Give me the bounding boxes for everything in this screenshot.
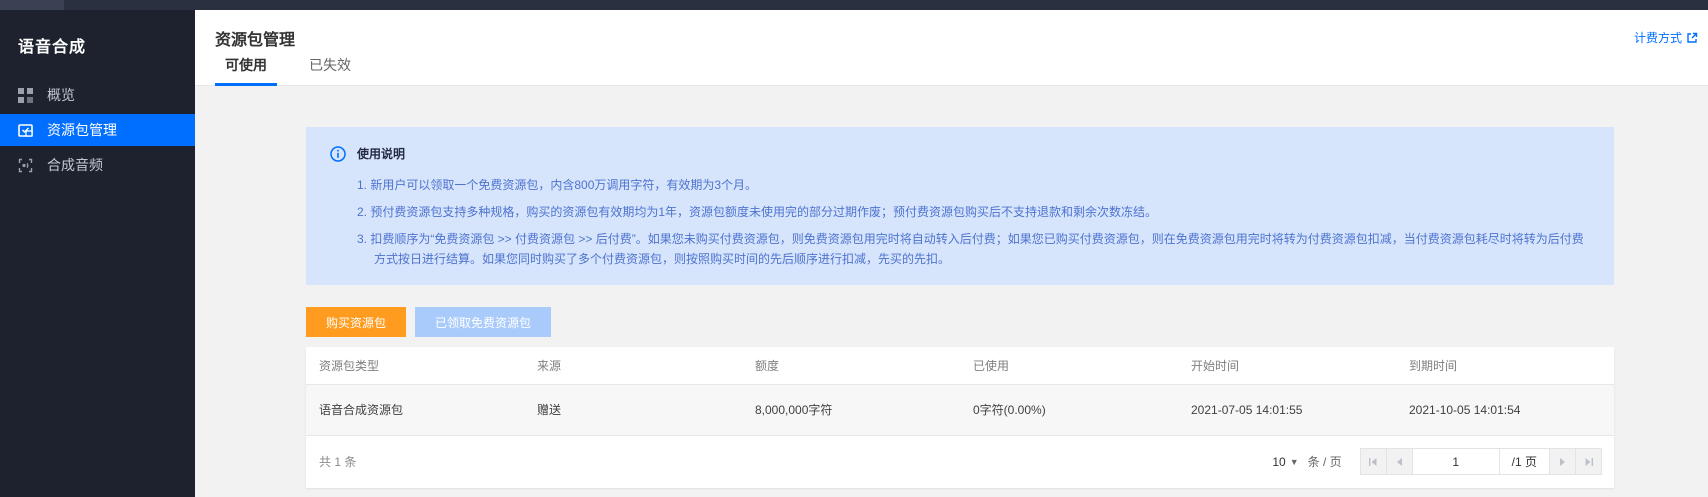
sidebar-menu: 概览 资源包管理 合成音频	[0, 79, 195, 181]
grid-icon	[18, 88, 33, 103]
page-size-value: 10	[1272, 455, 1285, 469]
tab-bar: 可使用 已失效	[215, 48, 383, 86]
page-title: 资源包管理	[215, 26, 295, 50]
cell-expire-time: 2021-10-05 14:01:54	[1396, 384, 1614, 435]
per-page-label: 条 / 页	[1308, 453, 1342, 470]
free-package-claimed-button[interactable]: 已领取免费资源包	[415, 307, 551, 337]
column-header-expire-time: 到期时间	[1396, 347, 1614, 384]
package-icon	[18, 123, 33, 138]
notice-title: 使用说明	[357, 145, 405, 162]
column-header-source: 来源	[524, 347, 742, 384]
pagination-controls: /1 页	[1360, 448, 1602, 475]
column-header-start-time: 开始时间	[1178, 347, 1396, 384]
cell-start-time: 2021-07-05 14:01:55	[1178, 384, 1396, 435]
topbar-logo-area	[0, 0, 64, 10]
resource-package-table: 资源包类型 来源 额度 已使用 开始时间 到期时间 语音合成资源包 赠送 8,0…	[306, 347, 1614, 436]
cell-package-type: 语音合成资源包	[306, 384, 524, 435]
notice-item: 1. 新用户可以领取一个免费资源包，内含800万调用字符，有效期为3个月。	[357, 175, 1590, 195]
last-page-button[interactable]	[1575, 448, 1602, 475]
sidebar-product-title: 语音合成	[0, 10, 195, 57]
column-header-type: 资源包类型	[306, 347, 524, 384]
tab-expired[interactable]: 已失效	[299, 48, 361, 86]
last-page-icon	[1584, 457, 1594, 467]
page-header: 资源包管理 计费方式 可使用 已失效	[195, 10, 1708, 86]
page-size-select[interactable]: 10 ▼	[1272, 455, 1298, 469]
resource-package-table-card: 资源包类型 来源 额度 已使用 开始时间 到期时间 语音合成资源包 赠送 8,0…	[306, 347, 1614, 488]
sidebar-item-label: 合成音频	[47, 155, 103, 175]
sidebar-item-label: 资源包管理	[47, 120, 117, 140]
notice-item: 3. 扣费顺序为“免费资源包 >> 付费资源包 >> 后付费”。如果您未购买付费…	[357, 229, 1590, 269]
chevron-down-icon: ▼	[1290, 457, 1299, 467]
sidebar-item-overview[interactable]: 概览	[0, 79, 195, 111]
previous-page-icon	[1395, 457, 1403, 467]
cell-quota: 8,000,000字符	[742, 384, 960, 435]
cell-used: 0字符(0.00%)	[960, 384, 1178, 435]
audio-icon	[18, 158, 33, 173]
sidebar-item-synth-audio[interactable]: 合成音频	[0, 149, 195, 181]
column-header-used: 已使用	[960, 347, 1178, 384]
usage-notice-box: 使用说明 1. 新用户可以领取一个免费资源包，内含800万调用字符，有效期为3个…	[306, 127, 1614, 285]
content: 使用说明 1. 新用户可以领取一个免费资源包，内含800万调用字符，有效期为3个…	[195, 86, 1708, 488]
first-page-button[interactable]	[1360, 448, 1387, 475]
first-page-icon	[1368, 457, 1378, 467]
table-row: 语音合成资源包 赠送 8,000,000字符 0字符(0.00%) 2021-0…	[306, 384, 1614, 435]
action-buttons: 购买资源包 已领取免费资源包	[306, 307, 1614, 337]
notice-item: 2. 预付费资源包支持多种规格，购买的资源包有效期均为1年，资源包额度未使用完的…	[357, 202, 1590, 222]
next-page-icon	[1559, 457, 1567, 467]
billing-method-link[interactable]: 计费方式	[1634, 29, 1698, 46]
cell-source: 赠送	[524, 384, 742, 435]
top-navigation-bar	[0, 0, 1708, 10]
tab-available[interactable]: 可使用	[215, 48, 277, 86]
table-header-row: 资源包类型 来源 额度 已使用 开始时间 到期时间	[306, 347, 1614, 384]
main-area: 资源包管理 计费方式 可使用 已失效 使用说明 1. 新用户可以领取一个免费资源…	[195, 10, 1708, 497]
billing-link-label: 计费方式	[1634, 29, 1682, 46]
column-header-quota: 额度	[742, 347, 960, 384]
table-footer: 共 1 条 10 ▼ 条 / 页	[306, 436, 1614, 488]
sidebar-item-resource-packages[interactable]: 资源包管理	[0, 114, 195, 146]
page-number-input[interactable]	[1412, 448, 1500, 475]
total-pages-label: /1 页	[1499, 448, 1550, 475]
total-count-label: 共 1 条	[319, 453, 356, 470]
previous-page-button[interactable]	[1386, 448, 1413, 475]
sidebar-item-label: 概览	[47, 85, 75, 105]
info-icon	[330, 146, 346, 162]
notice-list: 1. 新用户可以领取一个免费资源包，内含800万调用字符，有效期为3个月。 2.…	[330, 175, 1590, 269]
pagination: 10 ▼ 条 / 页 /1 页	[1272, 448, 1602, 475]
buy-package-button[interactable]: 购买资源包	[306, 307, 406, 337]
next-page-button[interactable]	[1549, 448, 1576, 475]
notice-header: 使用说明	[330, 145, 1590, 162]
external-link-icon	[1686, 32, 1698, 44]
sidebar: 语音合成 概览 资源包管理 合成音频	[0, 10, 195, 497]
